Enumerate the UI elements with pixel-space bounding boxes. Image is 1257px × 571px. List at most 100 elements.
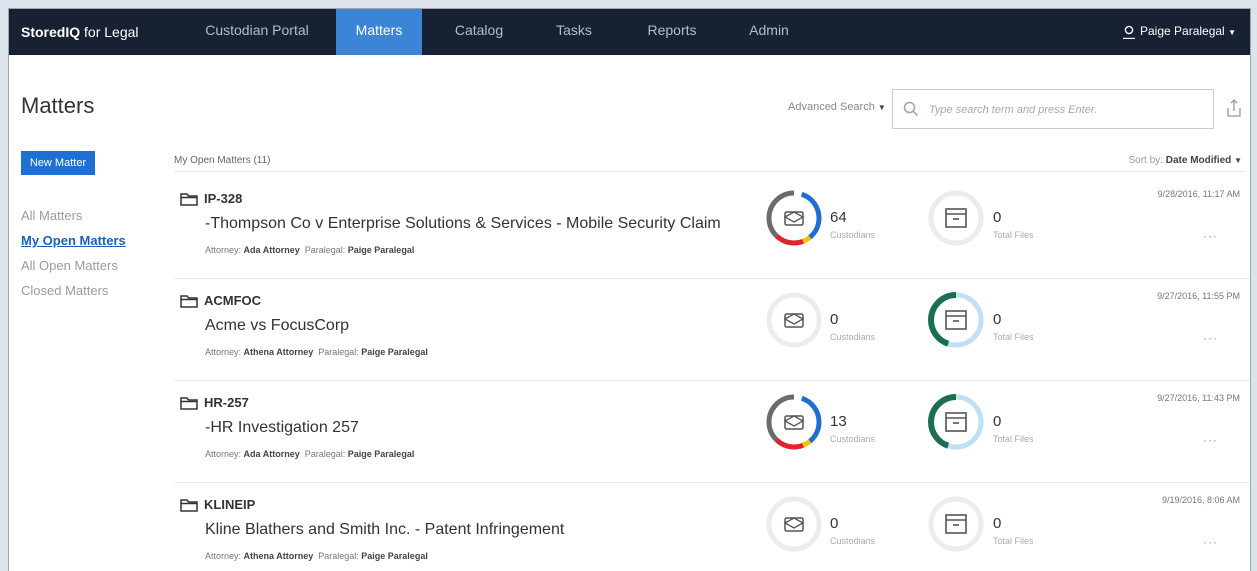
paralegal-name: Paige Paralegal [361, 551, 428, 561]
chevron-down-icon: ▼ [877, 103, 886, 112]
search-input[interactable] [927, 99, 1201, 121]
new-matter-button[interactable]: New Matter [21, 151, 95, 175]
attorney-name: Ada Attorney [243, 449, 300, 459]
archive-icon [945, 310, 967, 330]
folder-icon [180, 193, 198, 206]
matter-id[interactable]: KLINEIP [204, 497, 255, 512]
total-files-count: 0 [993, 413, 1002, 430]
app-frame: StoredIQ for Legal Custodian Portal Matt… [8, 8, 1251, 571]
modified-date: 9/19/2016, 8:06 AM [1161, 495, 1240, 505]
attorney-label: Attorney: [205, 551, 242, 561]
total-files-count: 0 [993, 209, 1002, 226]
more-options-icon[interactable]: ··· [1203, 229, 1218, 243]
attorney-label: Attorney: [205, 449, 242, 459]
paralegal-label: Paralegal: [318, 347, 359, 357]
total-files-count: 0 [993, 515, 1002, 532]
divider [174, 171, 1244, 172]
export-icon[interactable] [1227, 98, 1241, 118]
matter-meta: Attorney: Ada Attorney Paralegal: Paige … [205, 245, 414, 255]
total-files-ring[interactable] [926, 494, 986, 559]
custodians-ring[interactable] [764, 494, 824, 559]
total-files-label: Total Files [993, 536, 1034, 546]
archive-icon [945, 208, 967, 228]
matter-name[interactable]: Kline Blathers and Smith Inc. - Patent I… [205, 521, 564, 539]
modified-date: 9/27/2016, 11:55 PM [1157, 291, 1240, 301]
total-files-ring[interactable] [926, 290, 986, 355]
page-title: Matters [21, 93, 95, 118]
custodians-ring[interactable] [764, 188, 824, 253]
nav-tasks[interactable]: Tasks [541, 9, 607, 55]
custodians-label: Custodians [830, 332, 876, 342]
custodians-count: 0 [830, 311, 839, 328]
nav-admin[interactable]: Admin [736, 9, 802, 55]
list-header: My Open Matters (11) [174, 155, 271, 166]
nav-custodian-portal[interactable]: Custodian Portal [194, 9, 320, 55]
matter-row[interactable]: HR-257 -HR Investigation 257 Attorney: Ada… [174, 381, 1250, 483]
more-options-icon[interactable]: ··· [1203, 535, 1218, 549]
matter-meta: Attorney: Athena Attorney Paralegal: Pai… [205, 551, 428, 561]
envelope-icon [783, 211, 805, 226]
archive-icon [945, 412, 967, 432]
total-files-ring[interactable] [926, 392, 986, 457]
folder-icon [180, 295, 198, 308]
matter-name[interactable]: -Thompson Co v Enterprise Solutions & Se… [205, 215, 721, 233]
matter-id[interactable]: ACMFOC [204, 293, 261, 308]
paralegal-label: Paralegal: [304, 245, 346, 255]
matter-row[interactable]: IP-328 -Thompson Co v Enterprise Solution… [174, 177, 1250, 279]
matter-meta: Attorney: Athena Attorney Paralegal: Pai… [205, 347, 428, 357]
attorney-name: Ada Attorney [243, 245, 300, 255]
chevron-down-icon: ▼ [1228, 28, 1236, 37]
custodians-count: 64 [830, 209, 847, 226]
envelope-icon [783, 415, 805, 430]
paralegal-label: Paralegal: [304, 449, 346, 459]
custodians-count: 13 [830, 413, 847, 430]
attorney-name: Athena Attorney [243, 347, 314, 357]
envelope-icon [783, 313, 805, 328]
attorney-name: Athena Attorney [243, 551, 314, 561]
sort-dropdown[interactable]: Sort by: Date Modified ▼ [1128, 155, 1242, 166]
custodians-ring[interactable] [764, 392, 824, 457]
matter-id[interactable]: IP-328 [204, 191, 242, 206]
top-nav-bar: StoredIQ for Legal Custodian Portal Matt… [9, 9, 1250, 55]
archive-icon [945, 514, 967, 534]
search-icon [903, 101, 919, 117]
user-name: Paige Paralegal [1140, 24, 1225, 38]
paralegal-name: Paige Paralegal [347, 245, 415, 255]
sidebar-link-my-open-matters[interactable]: My Open Matters [21, 233, 126, 248]
custodians-ring[interactable] [764, 290, 824, 355]
matter-id[interactable]: HR-257 [204, 395, 249, 410]
total-files-label: Total Files [993, 230, 1034, 240]
matter-meta: Attorney: Ada Attorney Paralegal: Paige … [205, 449, 414, 459]
sidebar-link-all-matters[interactable]: All Matters [21, 208, 82, 223]
more-options-icon[interactable]: ··· [1203, 433, 1218, 447]
total-files-label: Total Files [993, 434, 1034, 444]
custodians-label: Custodians [830, 434, 876, 444]
more-options-icon[interactable]: ··· [1203, 331, 1218, 345]
custodians-count: 0 [830, 515, 839, 532]
paralegal-label: Paralegal: [318, 551, 359, 561]
sidebar-link-closed-matters[interactable]: Closed Matters [21, 283, 108, 298]
total-files-ring[interactable] [926, 188, 986, 253]
custodians-label: Custodians [830, 536, 876, 546]
user-icon [1123, 25, 1135, 40]
sidebar-link-all-open-matters[interactable]: All Open Matters [21, 258, 118, 273]
advanced-search-dropdown[interactable]: Advanced Search ▼ [788, 101, 886, 113]
nav-catalog[interactable]: Catalog [439, 9, 519, 55]
envelope-icon [783, 517, 805, 532]
user-menu[interactable]: Paige Paralegal ▼ [1122, 9, 1236, 55]
matter-name[interactable]: Acme vs FocusCorp [205, 317, 349, 335]
folder-icon [180, 397, 198, 410]
nav-reports[interactable]: Reports [631, 9, 713, 55]
attorney-label: Attorney: [205, 347, 242, 357]
modified-date: 9/28/2016, 11:17 AM [1157, 189, 1240, 199]
paralegal-name: Paige Paralegal [361, 347, 428, 357]
custodians-label: Custodians [830, 230, 876, 240]
matter-name[interactable]: -HR Investigation 257 [205, 419, 359, 437]
matter-row[interactable]: ACMFOC Acme vs FocusCorp Attorney: Athena … [174, 279, 1250, 381]
matter-row[interactable]: KLINEIP Kline Blathers and Smith Inc. - P… [174, 483, 1250, 571]
brand-logo[interactable]: StoredIQ for Legal [21, 9, 139, 55]
folder-icon [180, 499, 198, 512]
modified-date: 9/27/2016, 11:43 PM [1157, 393, 1240, 403]
total-files-count: 0 [993, 311, 1002, 328]
nav-matters[interactable]: Matters [336, 9, 422, 55]
